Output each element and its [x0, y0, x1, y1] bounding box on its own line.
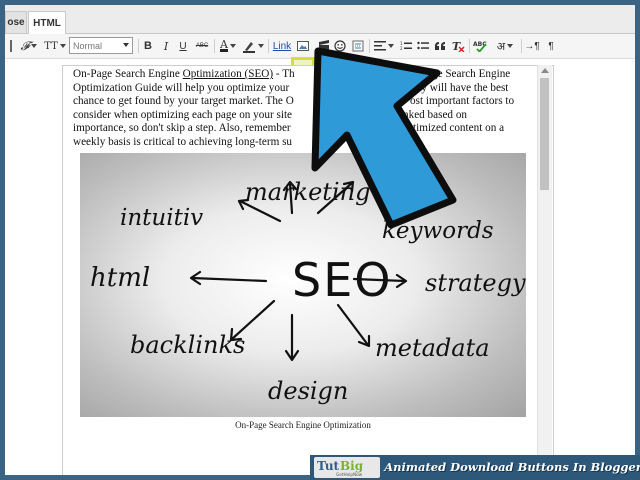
- pointer-arrow-overlay: [311, 47, 457, 229]
- svg-text:GetHelpNow: GetHelpNow: [336, 472, 363, 477]
- tutbig-logo: Tut Big GetHelpNow: [314, 457, 380, 478]
- big-arrow-icon: [311, 47, 457, 229]
- svg-text:Tut: Tut: [317, 459, 340, 473]
- svg-text:Big: Big: [340, 459, 364, 473]
- banner-title: Animated Download Buttons In Blogger: [384, 460, 640, 474]
